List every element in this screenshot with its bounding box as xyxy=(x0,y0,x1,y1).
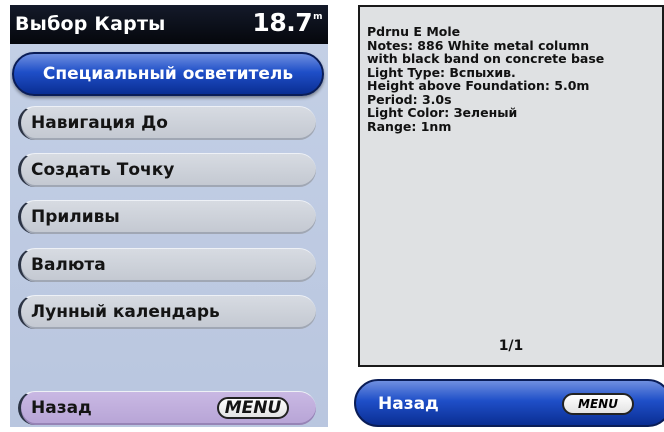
back-label: Назад xyxy=(378,394,439,414)
light-name: Pdrnu E Mole xyxy=(367,24,461,39)
menu-item-lunar-calendar[interactable]: Лунный календарь xyxy=(18,295,316,329)
menu-key-badge[interactable]: MENU xyxy=(562,393,634,415)
menu-item-create-waypoint[interactable]: Создать Точку xyxy=(18,153,316,187)
depth-readout: 18.7m xyxy=(252,8,322,37)
page-indicator: 1/1 xyxy=(498,338,524,354)
back-button[interactable]: Назад MENU xyxy=(354,379,664,427)
title-bar: Выбор Карты 18.7m xyxy=(10,5,328,44)
menu-item-special-light[interactable]: Специальный осветитель xyxy=(12,52,324,96)
menu-item-currents[interactable]: Валюта xyxy=(18,248,316,282)
light-notes: Notes: 886 White metal column xyxy=(367,37,590,53)
menu-item-label: Создать Точку xyxy=(31,160,175,180)
light-info-panel: Pdrnu E Mole Notes: 886 White metal colu… xyxy=(358,5,664,367)
menu-item-label: Валюта xyxy=(31,255,106,275)
back-label: Назад xyxy=(31,398,92,418)
menu-item-label: Навигация До xyxy=(31,113,168,133)
light-height: Height above Foundation: 5.0m xyxy=(367,78,590,93)
light-color: Light Color: Зеленый xyxy=(367,105,518,120)
menu-item-navigate-to[interactable]: Навигация До xyxy=(18,106,316,140)
back-button[interactable]: Назад MENU xyxy=(18,391,316,425)
menu-key-badge[interactable]: MENU xyxy=(217,397,289,419)
light-period: Period: 3.0s xyxy=(367,91,452,107)
depth-unit: m xyxy=(313,12,322,22)
menu-item-label: Специальный осветитель xyxy=(42,64,294,84)
menu-item-tides[interactable]: Приливы xyxy=(18,200,316,234)
light-type: Light Type: Вспыхив. xyxy=(367,64,516,80)
chart-selection-screen: Выбор Карты 18.7m Специальный осветитель… xyxy=(10,5,328,427)
menu-item-label: Лунный календарь xyxy=(31,302,220,322)
light-notes-cont: with black band on concrete base xyxy=(367,51,605,66)
screen-title: Выбор Карты xyxy=(15,13,166,35)
depth-value: 18.7 xyxy=(252,8,313,37)
light-range: Range: 1nm xyxy=(367,118,452,134)
menu-item-label: Приливы xyxy=(31,207,120,227)
light-info-screen: Pdrnu E Mole Notes: 886 White metal colu… xyxy=(350,5,664,427)
light-info-lines: Pdrnu E Mole Notes: 886 White metal colu… xyxy=(367,25,604,133)
